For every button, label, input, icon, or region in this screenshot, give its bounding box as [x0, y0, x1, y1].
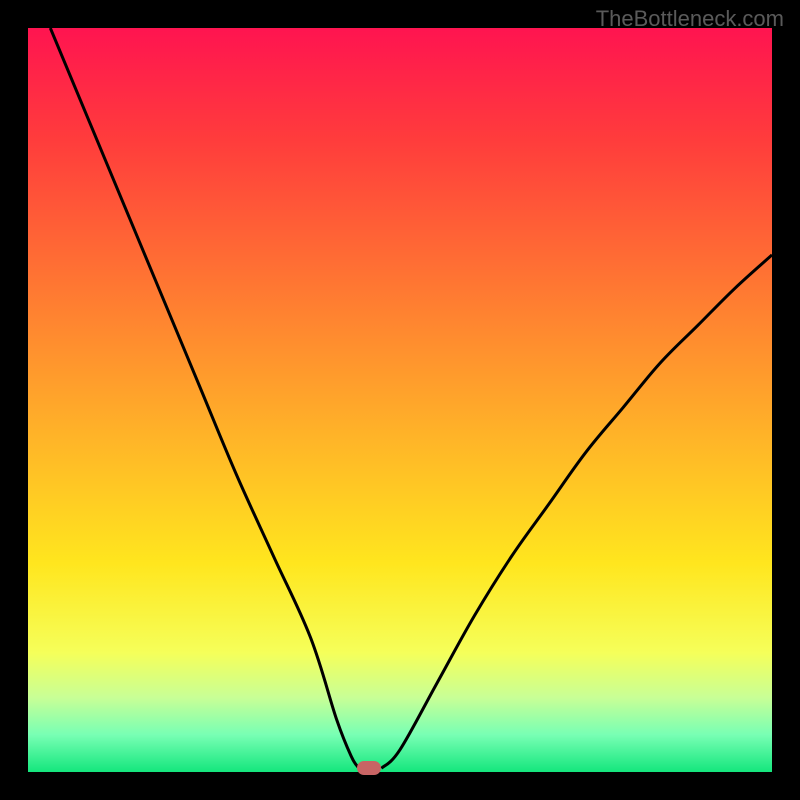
plot-area [28, 28, 772, 772]
watermark-text: TheBottleneck.com [596, 6, 784, 32]
curve-right [381, 255, 772, 768]
curve-left [50, 28, 359, 768]
minimum-marker [357, 761, 381, 775]
curve-layer [28, 28, 772, 772]
